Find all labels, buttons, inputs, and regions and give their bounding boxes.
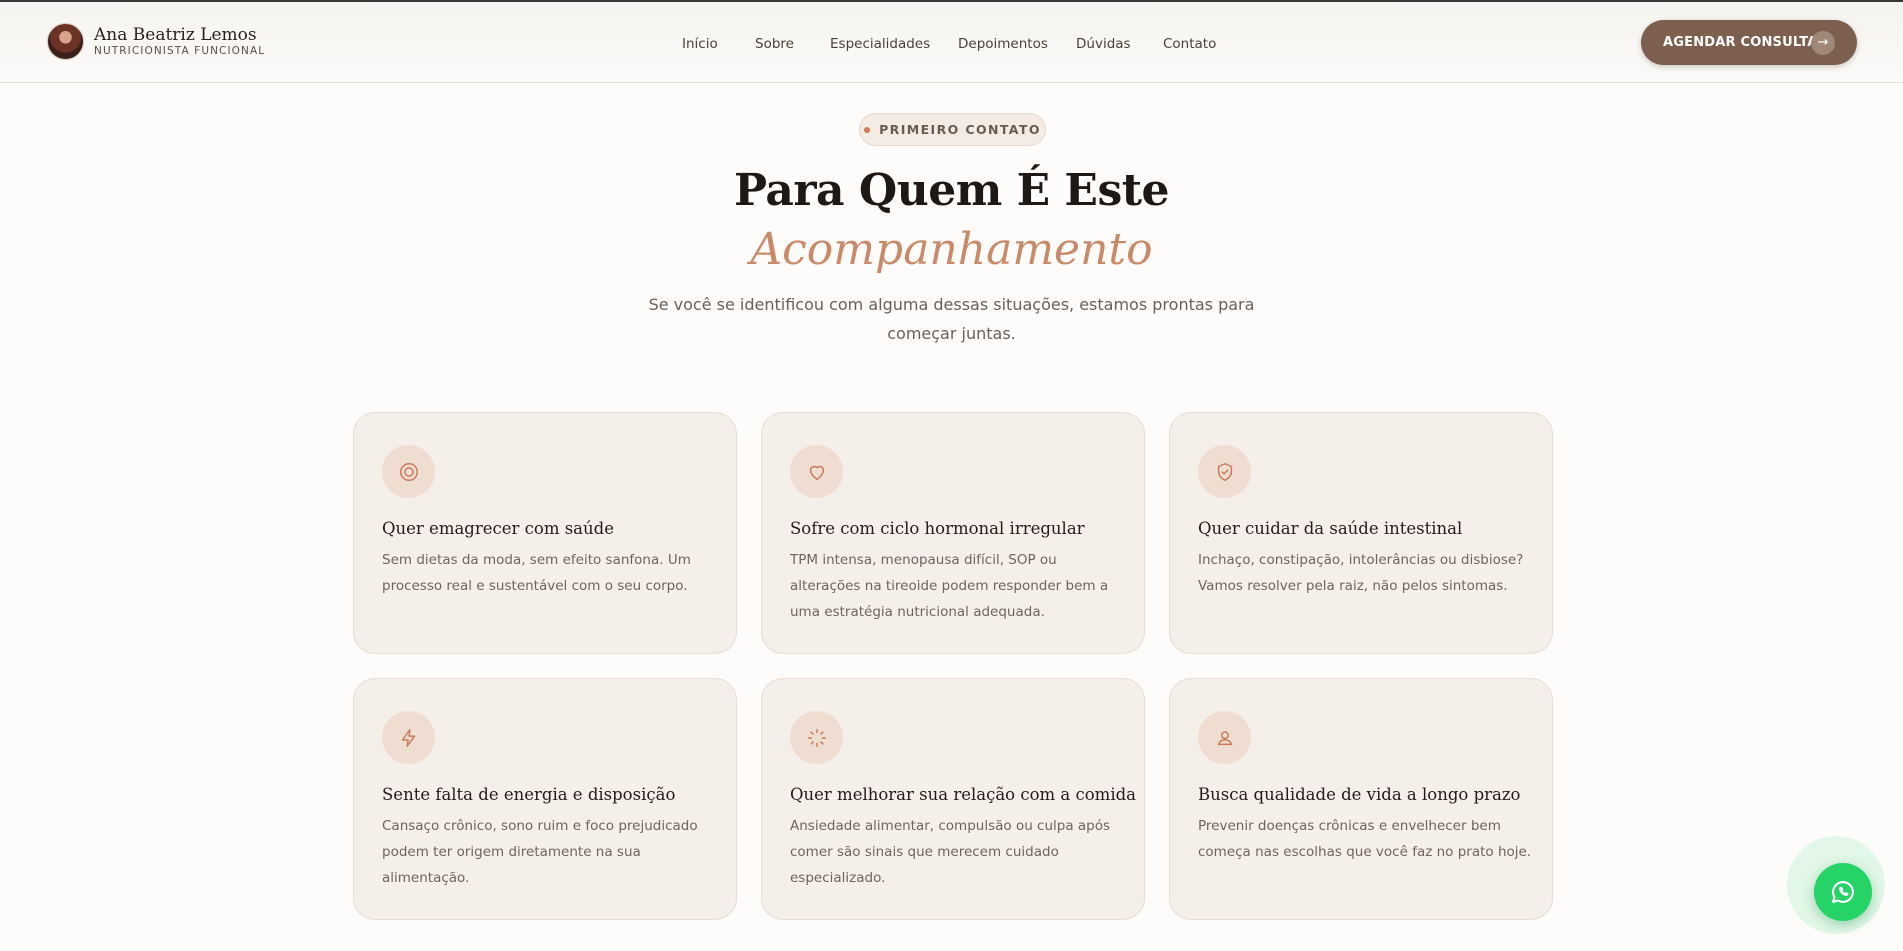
section-badge: PRIMEIRO CONTATO [859, 113, 1046, 146]
audience-card: Busca qualidade de vida a longo prazo Pr… [1169, 678, 1553, 920]
card-title: Sente falta de energia e disposição [382, 785, 676, 804]
card-description: Ansiedade alimentar, compulsão ou culpa … [790, 818, 1111, 886]
card-title: Sofre com ciclo hormonal irregular [790, 519, 1085, 538]
section-title: Para Quem É Este [733, 165, 1170, 216]
card-title: Busca qualidade de vida a longo prazo [1198, 785, 1521, 804]
card-description: Prevenir doenças crônicas e envelhecer b… [1198, 818, 1532, 860]
nav-item-depoimentos[interactable]: Depoimentos [958, 34, 1048, 54]
target-icon [382, 445, 435, 498]
card-description: Sem dietas da moda, sem efeito sanfona. … [382, 552, 691, 594]
nav-item-contato[interactable]: Contato [1163, 34, 1216, 54]
nav-item-sobre[interactable]: Sobre [755, 34, 794, 54]
badge-dot [864, 126, 871, 133]
section-lead: Se você se identificou com alguma dessas… [648, 295, 1255, 343]
audience-card: Quer cuidar da saúde intestinal Inchaço,… [1169, 412, 1553, 654]
arrow-right-icon: → [1811, 31, 1835, 55]
site-header: Ana Beatriz Lemos NUTRICIONISTA FUNCIONA… [0, 2, 1903, 83]
lightning-icon [382, 711, 435, 764]
audience-card: Sente falta de energia e disposição Cans… [353, 678, 737, 920]
shield-check-icon [1198, 445, 1251, 498]
user-icon [1198, 711, 1251, 764]
card-title: Quer cuidar da saúde intestinal [1198, 519, 1463, 538]
card-description: Inchaço, constipação, intolerâncias ou d… [1198, 552, 1524, 594]
card-description: TPM intensa, menopausa difícil, SOP ou a… [790, 552, 1109, 620]
card-title: Quer melhorar sua relação com a comida [790, 785, 1137, 804]
whatsapp-button[interactable] [1814, 863, 1872, 921]
audience-card: Sofre com ciclo hormonal irregular TPM i… [761, 412, 1145, 654]
whatsapp-icon [1832, 881, 1854, 903]
loader-icon [790, 711, 843, 764]
audience-card: Quer emagrecer com saúde Sem dietas da m… [353, 412, 737, 654]
nav-item-duvidas[interactable]: Dúvidas [1076, 34, 1131, 54]
section-title-accent: Acompanhamento [750, 224, 1153, 275]
card-title: Quer emagrecer com saúde [382, 519, 614, 538]
nav-item-especialidades[interactable]: Especialidades [830, 34, 930, 54]
main-nav: Início Sobre Especialidades Depoimentos … [0, 34, 1903, 54]
heart-icon [790, 445, 843, 498]
nav-item-inicio[interactable]: Início [682, 34, 718, 54]
schedule-button-label: AGENDAR CONSULTA [1663, 35, 1818, 50]
schedule-button[interactable]: AGENDAR CONSULTA → [1641, 20, 1857, 65]
audience-card: Quer melhorar sua relação com a comida A… [761, 678, 1145, 920]
badge-label: PRIMEIRO CONTATO [879, 122, 1041, 137]
card-description: Cansaço crônico, sono ruim e foco prejud… [382, 818, 698, 886]
